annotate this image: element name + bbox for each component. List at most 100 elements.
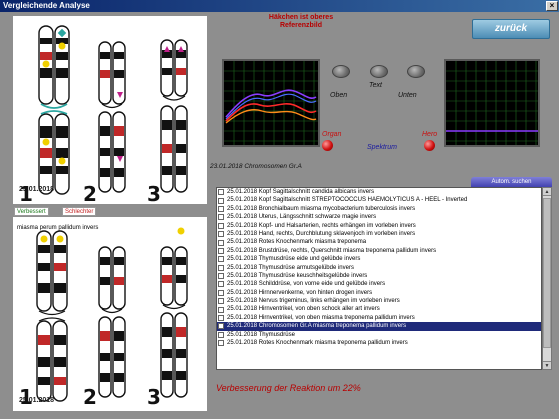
row-checkbox[interactable] (218, 340, 224, 347)
improvement-status: Verbesserung der Reaktion um 22% (216, 383, 361, 393)
row-label: 25.01.2018 Nervus trigeminus, links erhä… (227, 298, 400, 305)
hero-waveform (446, 61, 538, 145)
row-label: 25.01.2018 Rotes Knochenmark miasma trep… (227, 239, 367, 246)
list-item[interactable]: 25.01.2018 Rotes Knochenmark miasma trep… (217, 238, 541, 246)
chromosome-2-bottom (98, 246, 126, 398)
list-item[interactable]: 25.01.2018 Rotes Knochenmark miasma trep… (217, 339, 541, 347)
hero-oscilloscope (444, 59, 540, 147)
panel-caption: miasma perum pallidum invers (17, 225, 99, 231)
reference-chromosome-panel[interactable]: 23.01.2018 1 2 3 (13, 16, 207, 206)
close-icon[interactable]: × (546, 1, 558, 11)
row-label: 25.01.2018 Thymusdrüse eide und gelübde … (227, 256, 361, 263)
results-list[interactable]: 25.01.2018 Kopf Sagittalschnitt candida … (216, 187, 542, 370)
row-checkbox[interactable] (218, 264, 224, 271)
text-knob[interactable] (370, 65, 388, 78)
row-label: 25.01.2018 Schilddrüse, von vorne eide u… (227, 281, 386, 288)
window-title: Vergleichende Analyse (3, 1, 90, 10)
heading-line-2: Referenzbild (279, 22, 322, 29)
list-item[interactable]: 25.01.2018 Hand, rechts, Durchblutung sk… (217, 230, 541, 238)
list-item[interactable]: 25.01.2018 Uterus, Längsschnitt schwarze… (217, 213, 541, 221)
row-label: 25.01.2018 Kopf- und Halsarterien, recht… (227, 222, 416, 229)
list-item[interactable]: 25.01.2018 Nervus trigeminus, links erhä… (217, 297, 541, 305)
list-item[interactable]: 25.01.2018 Chromosomen Gr.A miasma trepo… (217, 322, 541, 331)
list-item[interactable]: 25.01.2018 Brustdrüse, rechts, Querschni… (217, 247, 541, 255)
reference-heading: Häkchen ist oberes Referenzbild (212, 14, 390, 30)
row-label: 25.01.2018 Uterus, Längsschnitt schwarze… (227, 214, 377, 221)
list-item[interactable]: 25.01.2018 Thymusdrüse keuschheitsgelübd… (217, 272, 541, 280)
list-item[interactable]: 25.01.2018 Thymusdrüse eide und gelübde … (217, 255, 541, 263)
organ-label: Organ (322, 131, 342, 138)
row-label: 25.01.2018 Hirnventrikel, von oben schoc… (227, 306, 380, 313)
oben-label: Oben (330, 92, 348, 99)
list-item[interactable]: 25.01.2018 Kopf Sagittalschnitt STREPTOC… (217, 196, 541, 204)
analysis-date-line: 23.01.2018 Chromosomen Gr.A (210, 163, 302, 170)
row-label: 25.01.2018 Thymusdrüse (227, 331, 295, 338)
row-checkbox[interactable] (218, 197, 224, 204)
list-item[interactable]: 25.01.2018 Bronchialbaum miasma mycobact… (217, 205, 541, 213)
row-checkbox[interactable] (218, 214, 224, 221)
organ-waveform (224, 61, 318, 145)
back-button[interactable]: zurück (472, 19, 550, 39)
row-label: 25.01.2018 Hirnnervenkerne, von hinten d… (227, 289, 373, 296)
chromosome-image-top (38, 25, 188, 195)
row-label: 25.01.2018 Thymusdrüse armutsgelübde inv… (227, 264, 354, 271)
row-checkbox[interactable] (218, 247, 224, 254)
hero-label: Hero (422, 131, 438, 138)
row-label: 25.01.2018 Thymusdrüse keuschheitsgelübd… (227, 272, 368, 279)
row-label: 25.01.2018 Bronchialbaum miasma mycobact… (227, 205, 416, 212)
list-item[interactable]: 25.01.2018 Hirnventrikel, von oben miasm… (217, 314, 541, 322)
row-checkbox[interactable] (218, 205, 224, 212)
chromosome-number-3: 3 (147, 182, 161, 206)
row-checkbox[interactable] (218, 331, 224, 338)
scroll-thumb[interactable] (543, 198, 551, 348)
tab-verbessert[interactable]: Verbessert (14, 207, 49, 216)
auto-search-button[interactable]: Autom. suchen (471, 177, 552, 187)
chromosome-number-2: 2 (83, 182, 97, 206)
spektrum-label: Spektrum (367, 144, 397, 151)
row-checkbox[interactable] (218, 315, 224, 322)
comparison-chromosome-panel[interactable]: miasma perum pallidum invers 25.01.2018 … (13, 217, 207, 411)
up-arrow-icon[interactable]: ▲ (543, 188, 551, 196)
row-checkbox[interactable] (218, 306, 224, 313)
unten-label: Unten (398, 92, 417, 99)
chromosome-1-bottom (36, 230, 68, 402)
chromosome-3-top (160, 39, 188, 193)
list-item[interactable]: 25.01.2018 Schilddrüse, von vorne eide u… (217, 280, 541, 288)
tab-schlechter[interactable]: Schlechter (62, 207, 97, 216)
list-item[interactable]: 25.01.2018 Kopf Sagittalschnitt candida … (217, 188, 541, 196)
chromosome-1-top (38, 25, 70, 195)
down-arrow-icon[interactable]: ▼ (543, 361, 551, 369)
oben-knob[interactable] (332, 65, 350, 78)
chromosome-number-2b: 2 (83, 385, 97, 409)
row-checkbox[interactable] (218, 189, 224, 196)
window-titlebar: Vergleichende Analyse × (0, 0, 559, 12)
unten-knob[interactable] (407, 65, 425, 78)
chromosome-2-top (98, 41, 126, 193)
list-item[interactable]: 25.01.2018 Thymusdrüse (217, 331, 541, 339)
row-checkbox[interactable] (218, 231, 224, 238)
chromosome-3-bottom (160, 227, 188, 398)
row-label: 25.01.2018 Chromosomen Gr.A miasma trepo… (227, 323, 407, 330)
list-scrollbar[interactable]: ▲ ▼ (542, 187, 552, 370)
organ-oscilloscope (222, 59, 320, 147)
organ-led[interactable] (322, 140, 333, 151)
list-item[interactable]: 25.01.2018 Hirnnervenkerne, von hinten d… (217, 289, 541, 297)
row-label: 25.01.2018 Kopf Sagittalschnitt STREPTOC… (227, 197, 468, 204)
row-checkbox[interactable] (218, 323, 224, 330)
row-checkbox[interactable] (218, 281, 224, 288)
row-checkbox[interactable] (218, 256, 224, 263)
list-item[interactable]: 25.01.2018 Thymusdrüse armutsgelübde inv… (217, 264, 541, 272)
row-checkbox[interactable] (218, 273, 224, 280)
row-label: 25.01.2018 Rotes Knochenmark miasma trep… (227, 340, 408, 347)
row-label: 25.01.2018 Kopf Sagittalschnitt candida … (227, 189, 375, 195)
row-checkbox[interactable] (218, 239, 224, 246)
row-label: 25.01.2018 Hirnventrikel, von oben miasm… (227, 314, 415, 321)
row-checkbox[interactable] (218, 298, 224, 305)
row-checkbox[interactable] (218, 289, 224, 296)
row-checkbox[interactable] (218, 222, 224, 229)
list-item[interactable]: 25.01.2018 Kopf- und Halsarterien, recht… (217, 222, 541, 230)
chromosome-number-3b: 3 (147, 385, 161, 409)
hero-led[interactable] (424, 140, 435, 151)
heading-line-1: Häkchen ist oberes (268, 14, 334, 21)
list-item[interactable]: 25.01.2018 Hirnventrikel, von oben schoc… (217, 305, 541, 313)
